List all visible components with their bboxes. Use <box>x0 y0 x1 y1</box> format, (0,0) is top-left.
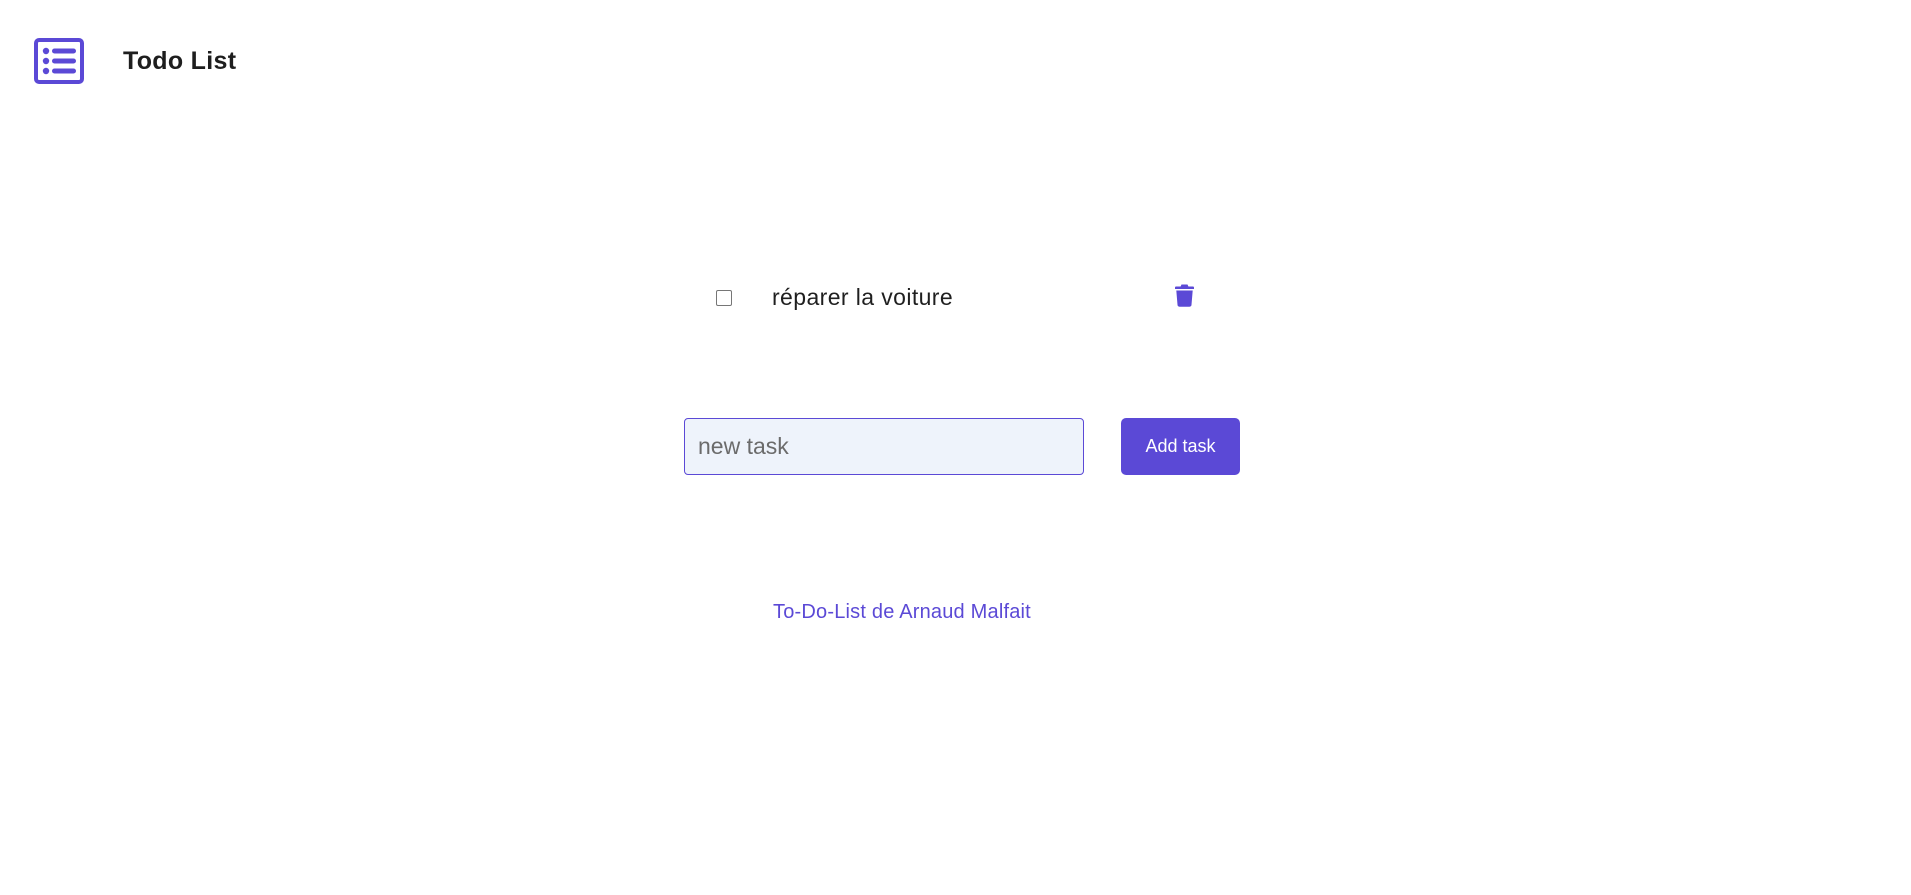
trash-icon <box>1174 284 1194 307</box>
delete-task-button[interactable] <box>1171 280 1197 310</box>
new-task-input[interactable] <box>684 418 1084 475</box>
add-task-button[interactable]: Add task <box>1121 418 1240 475</box>
list-icon <box>34 38 84 84</box>
page-title: Todo List <box>123 46 237 75</box>
todo-page: Todo List réparer la voiture Add task To… <box>0 0 1911 895</box>
task-checkbox[interactable] <box>716 290 732 306</box>
task-label: réparer la voiture <box>772 284 954 310</box>
footer-author-link[interactable]: To-Do-List de Arnaud Malfait <box>773 601 1031 624</box>
task-item: réparer la voiture <box>712 276 1202 316</box>
app-header: Todo List <box>34 38 236 84</box>
